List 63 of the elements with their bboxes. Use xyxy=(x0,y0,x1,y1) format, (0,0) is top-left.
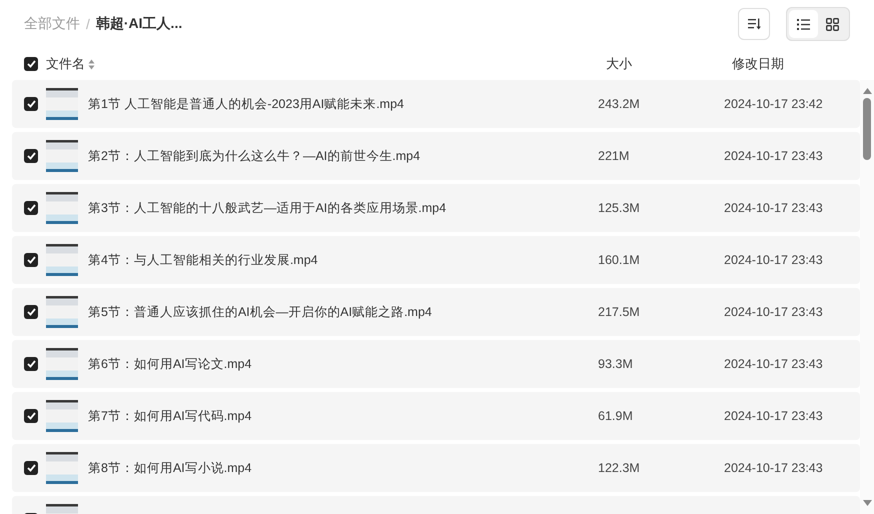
row-checkbox[interactable] xyxy=(24,357,38,371)
modified-date: 2024-10-17 23:43 xyxy=(724,357,823,371)
breadcrumb-separator: / xyxy=(86,16,90,32)
thumbnail-placeholder xyxy=(46,400,78,432)
modified-date: 2024-10-17 23:43 xyxy=(724,305,823,319)
grid-icon xyxy=(826,18,839,30)
thumbnail-placeholder xyxy=(46,348,78,380)
modified-date: 2024-10-17 23:43 xyxy=(724,409,823,423)
file-size: 217.5M xyxy=(598,305,641,319)
thumbnail-placeholder xyxy=(46,88,78,120)
file-name: 第8节：如何用AI写小说.mp4 xyxy=(88,460,253,476)
file-row[interactable]: 第2节：人工智能到底为什么这么牛？—AI的前世今生.mp4 221M 2024-10-17 23:43 xyxy=(12,132,860,180)
file-name: 第7节：如何用AI写代码.mp4 xyxy=(88,408,253,424)
file-size: 221M xyxy=(598,149,630,163)
file-name: 第3节：人工智能的十八般武艺—适用于AI的各类应用场景.mp4 xyxy=(88,200,448,216)
file-name: 第2节：人工智能到底为什么这么牛？—AI的前世今生.mp4 xyxy=(88,148,422,164)
thumbnail-placeholder xyxy=(46,140,78,172)
file-row[interactable]: 第1节 人工智能是普通人的机会-2023用AI赋能未来.mp4 243.2M 2024-10-17 23:42 xyxy=(12,80,860,128)
sort-icon xyxy=(748,18,760,30)
file-size: 125.3M xyxy=(598,201,641,215)
sort-arrows-icon xyxy=(88,58,95,70)
file-row[interactable]: 第8节：如何用AI写小说.mp4 122.3M 2024-10-17 23:43 xyxy=(12,444,860,492)
sort-button[interactable] xyxy=(738,8,770,40)
modified-date: 2024-10-17 23:42 xyxy=(724,97,823,111)
file-size: 122.3M xyxy=(598,461,641,475)
list-view-button[interactable] xyxy=(789,10,818,38)
current-folder-title: 韩超·AI工人... xyxy=(96,15,182,33)
file-row[interactable]: 第3节：人工智能的十八般武艺—适用于AI的各类应用场景.mp4 125.3M 2024-10-17 23:43 xyxy=(12,184,860,232)
row-checkbox[interactable] xyxy=(24,461,38,475)
scroll-down-icon[interactable] xyxy=(862,500,872,506)
file-size: 61.9M xyxy=(598,409,634,423)
row-checkbox[interactable] xyxy=(24,409,38,423)
modified-date: 2024-10-17 23:43 xyxy=(724,149,823,163)
scroll-up-icon[interactable] xyxy=(862,88,872,94)
thumbnail-placeholder xyxy=(46,296,78,328)
file-row[interactable]: 第5节：普通人应该抓住的AI机会—开启你的AI赋能之路.mp4 217.5M 2024-10-17 23:43 xyxy=(12,288,860,336)
thumbnail-placeholder xyxy=(46,244,78,276)
list-icon xyxy=(797,18,810,30)
select-all-checkbox[interactable] xyxy=(24,57,38,71)
row-checkbox[interactable] xyxy=(24,305,38,319)
file-name: 第1节 人工智能是普通人的机会-2023用AI赋能未来.mp4 xyxy=(88,96,405,112)
column-header[interactable]: 大小 xyxy=(606,55,632,73)
row-checkbox[interactable] xyxy=(24,201,38,215)
file-name: 第4节：与人工智能相关的行业发展.mp4 xyxy=(88,252,319,268)
row-checkbox[interactable] xyxy=(24,97,38,111)
file-name: 第6节：如何用AI写论文.mp4 xyxy=(88,356,253,372)
file-size: 243.2M xyxy=(598,97,641,111)
modified-date: 2024-10-17 23:43 xyxy=(724,253,823,267)
column-header[interactable]: 修改日期 xyxy=(732,55,784,73)
file-row[interactable]: 第6节：如何用AI写论文.mp4 93.3M 2024-10-17 23:43 xyxy=(12,340,860,388)
row-checkbox[interactable] xyxy=(24,253,38,267)
file-size: 93.3M xyxy=(598,357,634,371)
scrollbar-thumb[interactable] xyxy=(863,98,871,160)
file-name: 第5节：普通人应该抓住的AI机会—开启你的AI赋能之路.mp4 xyxy=(88,304,433,320)
column-header[interactable]: 文件名 xyxy=(46,55,85,73)
row-checkbox[interactable] xyxy=(24,149,38,163)
modified-date: 2024-10-17 23:43 xyxy=(724,201,823,215)
thumbnail-placeholder xyxy=(46,452,78,484)
modified-date: 2024-10-17 23:43 xyxy=(724,461,823,475)
file-row[interactable]: 第7节：如何用AI写代码.mp4 61.9M 2024-10-17 23:43 xyxy=(12,392,860,440)
file-size: 160.1M xyxy=(598,253,641,267)
thumbnail-placeholder xyxy=(46,192,78,224)
file-row[interactable]: 第4节：与人工智能相关的行业发展.mp4 160.1M 2024-10-17 23:43 xyxy=(12,236,860,284)
